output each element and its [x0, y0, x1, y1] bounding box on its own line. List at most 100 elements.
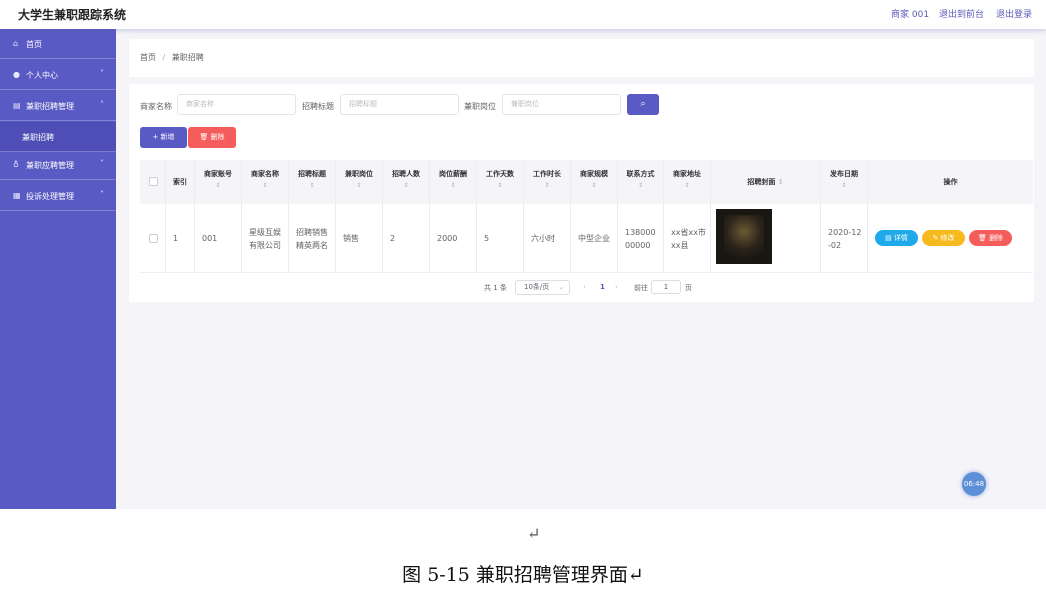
- search-icon: ⌕: [640, 99, 646, 109]
- cell-address: xx省xx市xx县: [664, 204, 711, 273]
- row-delete-button[interactable]: 🗑 删除: [969, 230, 1012, 246]
- breadcrumb-current: 兼职招聘: [171, 53, 204, 62]
- sort-icon[interactable]: ⇕: [618, 182, 663, 189]
- total-count: 共 1 条: [484, 284, 507, 292]
- header-address[interactable]: 商家地址 ⇕: [664, 160, 711, 204]
- header-salary[interactable]: 岗位薪酬 ⇕: [430, 160, 477, 204]
- chevron-down-icon: ˅: [100, 69, 104, 78]
- header-account[interactable]: 商家账号 ⇕: [195, 160, 242, 204]
- sort-icon[interactable]: ⇕: [383, 182, 429, 189]
- sidebar-subitem-recruit[interactable]: 兼职招聘: [0, 122, 116, 152]
- cell-account: 001: [195, 204, 242, 273]
- cell-days: 5: [477, 204, 524, 273]
- app-title: 大学生兼职跟踪系统: [18, 8, 127, 22]
- sort-icon[interactable]: ⇕: [289, 182, 335, 189]
- chevron-up-icon: ˄: [100, 100, 104, 109]
- exit-to-front-link[interactable]: 退出到前台: [939, 7, 984, 20]
- cell-salary: 2000: [430, 204, 477, 273]
- row-select-cell: [140, 204, 166, 273]
- pagination: 共 1 条 10条/页 ⌄ ‹ 1 › 前往 1 页: [484, 280, 884, 296]
- page-size-select[interactable]: 10条/页 ⌄: [515, 280, 570, 295]
- cell-hours: 六小时: [524, 204, 571, 273]
- sidebar-item-application-management[interactable]: ♁ 兼职应聘管理 ˅: [0, 150, 116, 180]
- recruit-title-input[interactable]: 招聘标题: [340, 94, 459, 115]
- sort-icon[interactable]: ⇕: [430, 182, 476, 189]
- trash-icon: 🗑: [199, 133, 209, 141]
- header-cover[interactable]: 招聘封面 ⇕: [711, 160, 821, 204]
- edit-icon: ✎: [932, 234, 939, 242]
- next-page-icon[interactable]: ›: [615, 283, 618, 291]
- briefcase-icon: ▤: [13, 101, 21, 110]
- header-days[interactable]: 工作天数 ⇕: [477, 160, 524, 204]
- header-phone[interactable]: 联系方式 ⇕: [618, 160, 664, 204]
- delete-label: 删除: [210, 133, 225, 141]
- header-index: 索引: [166, 160, 195, 204]
- header-post[interactable]: 兼职岗位 ⇕: [336, 160, 383, 204]
- trash-icon: 🗑: [977, 234, 987, 242]
- header-scale[interactable]: 商家规模 ⇕: [571, 160, 618, 204]
- chevron-down-icon: ⌄: [558, 283, 564, 291]
- post-input[interactable]: 兼职岗位: [502, 94, 621, 115]
- batch-delete-button[interactable]: 🗑 删除: [188, 127, 236, 148]
- sort-icon[interactable]: ⇕: [242, 182, 288, 189]
- detail-button[interactable]: ▤ 详情: [875, 230, 918, 246]
- cell-index: 1: [166, 204, 195, 273]
- sidebar-item-label: 首页: [26, 40, 42, 49]
- sort-icon[interactable]: ⇕: [477, 182, 523, 189]
- header-hours[interactable]: 工作时长 ⇕: [524, 160, 571, 204]
- sidebar-item-complaint-management[interactable]: ▦ 投诉处理管理 ˅: [0, 181, 116, 211]
- sort-icon[interactable]: ⇕: [778, 178, 784, 186]
- header-name[interactable]: 商家名称 ⇕: [242, 160, 289, 204]
- figure-caption: 图 5-15 兼职招聘管理界面↵: [402, 564, 644, 586]
- cell-scale: 中型企业: [571, 204, 618, 273]
- breadcrumb-home[interactable]: 首页: [140, 53, 156, 62]
- chevron-down-icon: ˅: [100, 159, 104, 168]
- merchant-name-label: 商家名称: [140, 102, 172, 111]
- cell-phone: 13800000000: [618, 204, 664, 273]
- grid-icon: ▦: [13, 191, 21, 200]
- sort-icon[interactable]: ⇕: [571, 182, 617, 189]
- app-screenshot: 大学生兼职跟踪系统 商家 001 退出到前台 退出登录 ⌂ 首页 ● 个人中心 …: [0, 0, 1046, 509]
- header-actions: 操作: [943, 178, 958, 186]
- cell-date: 2020-12-02: [821, 204, 868, 273]
- current-page[interactable]: 1: [600, 283, 605, 291]
- user-icon: ●: [13, 70, 20, 79]
- table-header-row: 索引 商家账号 ⇕ 商家名称 ⇕ 招聘标题 ⇕ 兼职岗位 ⇕ 招聘人数 ⇕ 岗位…: [140, 160, 1033, 204]
- home-icon: ⌂: [13, 39, 19, 48]
- header-count[interactable]: 招聘人数 ⇕: [383, 160, 430, 204]
- select-all-checkbox[interactable]: [149, 177, 158, 186]
- edit-button[interactable]: ✎ 修改: [922, 230, 965, 246]
- breadcrumb-card: 首页 / 兼职招聘: [129, 39, 1034, 77]
- merchant-name-input[interactable]: 商家名称: [177, 94, 296, 115]
- cell-actions: ▤ 详情 ✎ 修改 🗑 删除: [868, 204, 1033, 273]
- sort-icon[interactable]: ⇕: [821, 182, 867, 189]
- sort-icon[interactable]: ⇕: [336, 182, 382, 189]
- cell-title: 招聘销售精英两名: [289, 204, 336, 273]
- sort-icon[interactable]: ⇕: [664, 182, 710, 189]
- header-title[interactable]: 招聘标题 ⇕: [289, 160, 336, 204]
- page-unit-label: 页: [685, 284, 692, 292]
- prev-page-icon[interactable]: ‹: [583, 283, 586, 291]
- sort-icon[interactable]: ⇕: [524, 182, 570, 189]
- cell-name: 星级互娱有限公司: [242, 204, 289, 273]
- header-date[interactable]: 发布日期 ⇕: [821, 160, 868, 204]
- sort-icon[interactable]: ⇕: [195, 182, 241, 189]
- search-button[interactable]: ⌕: [627, 94, 659, 115]
- recruit-title-label: 招聘标题: [302, 102, 334, 111]
- sidebar-item-label: 兼职招聘管理: [26, 102, 74, 111]
- sidebar-item-label: 个人中心: [26, 71, 58, 80]
- floating-clock-badge[interactable]: 06:48: [962, 472, 986, 496]
- breadcrumb: 首页 / 兼职招聘: [140, 52, 204, 63]
- logout-link[interactable]: 退出登录: [996, 7, 1032, 20]
- document-icon: ▤: [885, 234, 892, 242]
- cell-cover: [711, 204, 821, 273]
- main-card: 商家名称 商家名称 招聘标题 招聘标题 兼职岗位 兼职岗位 ⌕ + 新增 🗑 删…: [129, 84, 1034, 302]
- paragraph-mark: ↵: [527, 524, 541, 543]
- sidebar-item-profile[interactable]: ● 个人中心 ˅: [0, 60, 116, 90]
- row-checkbox[interactable]: [149, 234, 158, 243]
- sidebar-item-recruit-management[interactable]: ▤ 兼职招聘管理 ˄: [0, 91, 116, 121]
- post-label: 兼职岗位: [464, 102, 496, 111]
- goto-page-input[interactable]: 1: [651, 280, 681, 294]
- add-button[interactable]: + 新增: [140, 127, 187, 148]
- sidebar-item-home[interactable]: ⌂ 首页: [0, 29, 116, 59]
